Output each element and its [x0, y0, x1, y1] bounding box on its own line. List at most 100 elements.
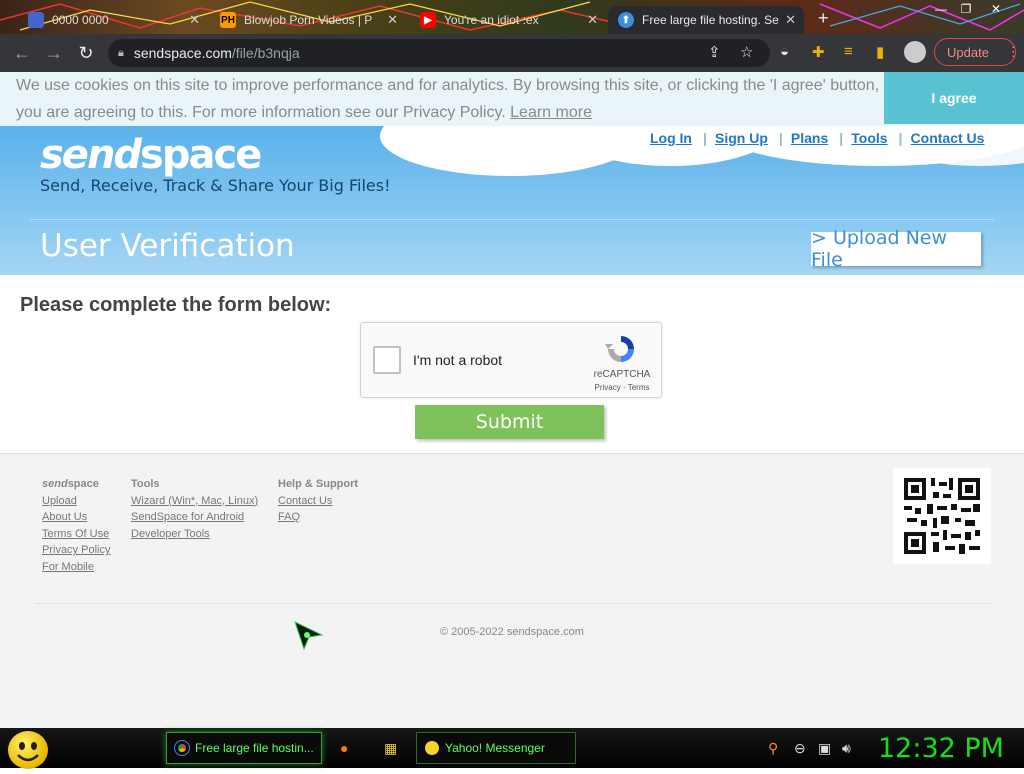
recaptcha-checkbox[interactable]	[373, 346, 401, 374]
profile-avatar-icon[interactable]	[904, 41, 926, 63]
copyright: © 2005-2022 sendspace.com	[440, 626, 584, 638]
logo-part-b: space	[140, 132, 262, 178]
reload-icon[interactable]: ↻	[70, 43, 102, 64]
upload-new-file-button[interactable]: > Upload New File	[811, 227, 981, 271]
sendspace-icon: ⬆	[618, 12, 634, 28]
tab-1[interactable]: 0000 0000 ✕	[18, 6, 208, 34]
browser-tab-strip: 0000 0000 ✕ PH Blowjob Porn Videos | P ✕…	[0, 0, 1024, 34]
side-panel-icon[interactable]: ▮	[876, 43, 884, 61]
mouse-cursor-icon	[294, 621, 324, 651]
footer-heading: Help & Support	[278, 478, 359, 490]
bookmark-star-icon[interactable]: ☆	[740, 43, 753, 61]
nav-login[interactable]: Log In	[639, 130, 703, 146]
footer-col-help: Help & Support Contact Us FAQ	[278, 476, 358, 526]
chrome-icon	[174, 740, 190, 756]
tab-label: You're an idiot :ex	[444, 13, 539, 27]
nav-signup[interactable]: Sign Up	[704, 130, 779, 146]
media-control-icon[interactable]: ≡	[844, 43, 853, 60]
youtube-icon: ▶	[420, 12, 436, 28]
restore-icon[interactable]: ❐	[955, 2, 977, 20]
learn-more-link[interactable]: Learn more	[510, 104, 592, 121]
tagline: Send, Receive, Track & Share Your Big Fi…	[40, 176, 391, 195]
site-footer: sendspace Upload About Us Terms Of Use P…	[0, 453, 1024, 728]
footer-link-terms[interactable]: Terms Of Use	[42, 526, 110, 543]
recaptcha-logo-icon	[605, 336, 634, 362]
footer-link-mobile[interactable]: For Mobile	[42, 559, 110, 576]
address-bar[interactable]: 🔒︎ sendspace.com/file/b3nqja	[108, 39, 770, 67]
taskbar-clock[interactable]: 12:32 PM	[878, 733, 1004, 764]
update-button[interactable]: Update ⋮	[934, 38, 1020, 66]
top-nav: Log In | Sign Up | Plans | Tools | Contact U…	[639, 130, 995, 146]
close-tab-icon[interactable]: ✕	[785, 12, 796, 28]
tab-2[interactable]: PH Blowjob Porn Videos | P ✕	[210, 6, 406, 34]
yahoo-messenger-icon	[425, 741, 439, 755]
site-header: sendspace Send, Receive, Track & Share Y…	[0, 126, 1024, 275]
footer-divider	[34, 603, 992, 604]
footer-link-wizard[interactable]: Wizard (Win*, Mac, Linux)	[131, 493, 258, 510]
footer-col-tools: Tools Wizard (Win*, Mac, Linux) SendSpac…	[131, 476, 258, 542]
page-title: User Verification	[40, 228, 295, 264]
tab-label: Blowjob Porn Videos | P	[244, 13, 373, 27]
close-tab-icon[interactable]: ✕	[387, 12, 398, 28]
footer-link-privacy[interactable]: Privacy Policy	[42, 542, 110, 559]
firefox-icon[interactable]: ●	[340, 740, 348, 756]
start-smiley-icon[interactable]	[8, 731, 48, 769]
footer-link-contact[interactable]: Contact Us	[278, 493, 358, 510]
footer-col-sendspace: sendspace Upload About Us Terms Of Use P…	[42, 476, 110, 575]
submit-button[interactable]: Submit	[415, 405, 604, 439]
lock-icon: 🔒︎	[118, 46, 124, 59]
footer-link-upload[interactable]: Upload	[42, 493, 110, 510]
back-icon[interactable]: ←	[6, 43, 38, 64]
volume-icon[interactable]: 🔊︎	[842, 740, 851, 757]
recaptcha-widget: I'm not a robot reCAPTCHA Privacy - Term…	[360, 322, 662, 398]
recaptcha-brand: reCAPTCHA	[593, 369, 651, 380]
footer-link-devtools[interactable]: Developer Tools	[131, 526, 258, 543]
search-icon[interactable]: ⚲	[768, 740, 778, 757]
footer-link-faq[interactable]: FAQ	[278, 509, 358, 526]
cookie-text-line2: you are agreeing to this. For more infor…	[16, 104, 506, 121]
close-tab-icon[interactable]: ✕	[189, 12, 200, 28]
header-divider	[30, 219, 994, 220]
taskbar-item-label: Free large file hostin...	[195, 741, 314, 755]
browser-toolbar: ← → ↻ 🔒︎ sendspace.com/file/b3nqja ⇪ ☆ ◒…	[0, 34, 1024, 72]
taskbar-item-chrome[interactable]: Free large file hostin...	[166, 732, 322, 764]
folder-icon[interactable]: ▦	[384, 740, 397, 757]
sendspace-logo[interactable]: sendspace	[40, 132, 262, 178]
cookie-banner: We use cookies on this site to improve p…	[0, 72, 1024, 126]
nav-contact[interactable]: Contact Us	[900, 130, 996, 146]
recaptcha-label: I'm not a robot	[413, 352, 503, 368]
logo-part-a: send	[40, 132, 142, 178]
footer-heading: sendspace	[42, 478, 99, 490]
form-title: Please complete the form below:	[20, 294, 332, 316]
footer-heading: Tools	[131, 478, 160, 490]
cookie-text-line1: We use cookies on this site to improve p…	[16, 77, 880, 94]
extensions-puzzle-icon[interactable]: ✚	[812, 43, 825, 61]
qr-code	[893, 468, 991, 564]
minimize-icon[interactable]: —	[930, 2, 952, 20]
url-host: sendspace.com	[133, 45, 232, 61]
forward-icon[interactable]: →	[38, 43, 70, 64]
taskbar-item-yahoo[interactable]: Yahoo! Messenger	[416, 732, 576, 764]
tray-status-icon[interactable]: ⊖	[794, 740, 806, 757]
recaptcha-privacy-terms[interactable]: Privacy - Terms	[586, 383, 658, 392]
new-tab-icon[interactable]: +	[818, 8, 829, 29]
nav-plans[interactable]: Plans	[780, 130, 839, 146]
tab-3[interactable]: ▶ You're an idiot :ex ✕	[410, 6, 606, 34]
footer-link-about[interactable]: About Us	[42, 509, 110, 526]
tab-label: Free large file hosting. Se	[642, 13, 779, 27]
footer-link-android[interactable]: SendSpace for Android	[131, 509, 258, 526]
network-icon[interactable]: ▣	[818, 740, 831, 757]
tab-active[interactable]: ⬆ Free large file hosting. Se ✕	[608, 6, 804, 34]
close-tab-icon[interactable]: ✕	[587, 12, 598, 28]
close-window-icon[interactable]: ✕	[985, 2, 1007, 20]
menu-kebab-icon[interactable]: ⋮	[1007, 44, 1020, 60]
flag-icon	[28, 12, 44, 28]
update-label: Update	[947, 44, 989, 60]
taskbar-item-label: Yahoo! Messenger	[445, 741, 545, 755]
agree-button[interactable]: I agree	[884, 72, 1024, 124]
extension-pride-icon[interactable]: ◒	[780, 43, 789, 60]
url-path: /file/b3nqja	[231, 45, 300, 61]
share-icon[interactable]: ⇪	[708, 43, 721, 61]
tab-label: 0000 0000	[52, 13, 109, 27]
nav-tools[interactable]: Tools	[840, 130, 898, 146]
